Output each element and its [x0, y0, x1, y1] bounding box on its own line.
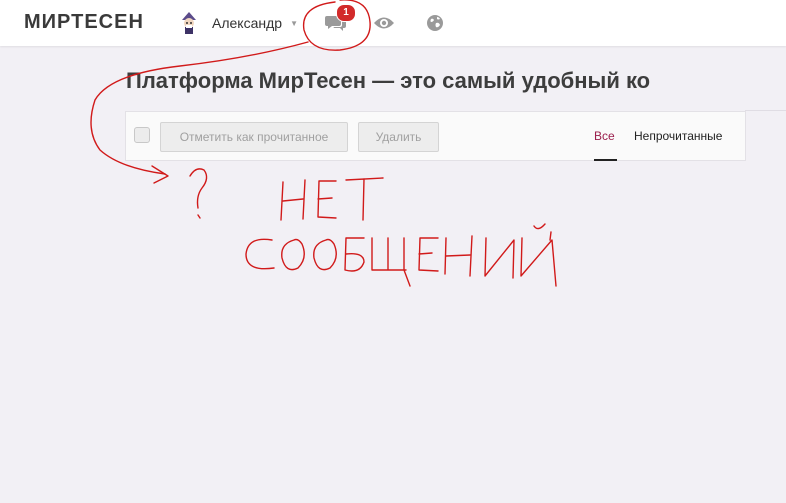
- annotation-letter: [520, 223, 557, 287]
- annotation-letter: [245, 238, 275, 270]
- chevron-down-icon[interactable]: ▼: [290, 19, 298, 28]
- tab-all[interactable]: Все: [594, 129, 615, 143]
- messages-toolbar: Отметить как прочитанное Удалить Все Неп…: [125, 111, 746, 161]
- annotation-question-mark: [189, 168, 208, 209]
- annotation-letter: [281, 238, 305, 271]
- divider: [745, 110, 786, 111]
- annotation-letter: [344, 237, 365, 272]
- page-title: Платформа МирТесен — это самый удобный к…: [126, 68, 651, 93]
- annotation-letter: [418, 237, 439, 272]
- user-menu[interactable]: Александр ▼: [178, 10, 298, 36]
- annotation-letter: [313, 238, 337, 271]
- annotation-letter: [317, 180, 337, 219]
- annotation-letter: [371, 237, 411, 287]
- mark-as-read-button[interactable]: Отметить как прочитанное: [160, 122, 348, 152]
- eye-icon[interactable]: [373, 15, 395, 36]
- active-tab-indicator: [594, 159, 617, 161]
- avatar-icon[interactable]: [178, 11, 200, 35]
- delete-button[interactable]: Удалить: [358, 122, 439, 152]
- annotation-letter: [345, 177, 384, 221]
- select-all-checkbox[interactable]: [134, 127, 150, 143]
- user-name[interactable]: Александр: [212, 15, 282, 31]
- annotation-letter: [280, 179, 306, 221]
- globe-icon[interactable]: [426, 14, 444, 37]
- messages-count-badge[interactable]: 1: [336, 4, 356, 22]
- site-logo[interactable]: МИРТЕСЕН: [24, 11, 144, 34]
- annotation-arrow-head: [151, 165, 169, 184]
- annotation-letter: [444, 235, 473, 277]
- tab-unread[interactable]: Непрочитанные: [634, 129, 722, 143]
- annotation-letter: [484, 237, 515, 279]
- top-navbar: МИРТЕСЕН Александр ▼ 1: [0, 0, 786, 46]
